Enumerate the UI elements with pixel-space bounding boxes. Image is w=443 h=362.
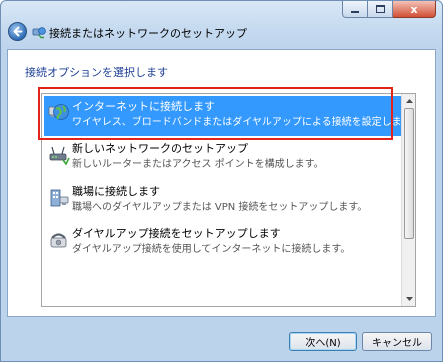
scroll-down-button[interactable] [403, 293, 415, 305]
workplace-building-icon [50, 189, 69, 207]
option-dialup[interactable]: ダイヤルアップ接続をセットアップします ダイヤルアップ接続を使用してインターネッ… [44, 223, 401, 263]
dialup-phone-icon [50, 233, 67, 248]
option-workplace[interactable]: 職場に接続します 職場へのダイヤルアップまたは VPN 接続をセットアップします… [44, 181, 401, 221]
close-icon: x [410, 2, 418, 16]
close-button[interactable]: x [393, 1, 436, 18]
option-new-network-desc: 新しいルーターまたはアクセス ポイントを構成します。 [72, 159, 324, 170]
option-dialup-title: ダイヤルアップ接続をセットアップします [72, 227, 281, 240]
content-panel: 接続オプションを選択します インターネットに接続します ワイヤレス、ブロードバン… [7, 49, 436, 317]
page-heading: 接続オプションを選択します [25, 66, 168, 79]
minimize-button[interactable] [342, 1, 368, 18]
cancel-button[interactable]: キャンセル [362, 332, 432, 351]
scroll-up-button[interactable] [403, 95, 415, 107]
option-dialup-desc: ダイヤルアップ接続を使用してインターネットに接続します。 [72, 244, 351, 255]
back-button[interactable] [8, 22, 27, 41]
option-workplace-title: 職場に接続します [72, 185, 160, 198]
connection-options-list[interactable]: インターネットに接続します ワイヤレス、ブロードバンドまたはダイヤルアップによる… [41, 93, 416, 307]
router-setup-icon [49, 146, 70, 166]
maximize-button[interactable] [368, 1, 393, 18]
option-new-network[interactable]: 新しいネットワークのセットアップ 新しいルーターまたはアクセス ポイントを構成し… [44, 138, 401, 178]
maximize-icon [375, 5, 385, 13]
scroll-up-icon [405, 99, 413, 103]
option-internet-desc: ワイヤレス、ブロードバンドまたはダイヤルアップによる接続を設定します。 [72, 117, 416, 128]
back-arrow-icon [13, 26, 23, 37]
option-internet[interactable]: インターネットに接続します ワイヤレス、ブロードバンドまたはダイヤルアップによる… [44, 96, 415, 136]
globe-network-icon [48, 104, 69, 120]
next-button[interactable]: 次へ(N) [289, 332, 357, 351]
caption-buttons: x [342, 1, 436, 18]
dialog-window: x 接続またはネットワークのセットアップ 接続オプションを選択します インターネ… [0, 0, 443, 362]
option-internet-title: インターネットに接続します [72, 100, 215, 113]
minimize-icon [351, 10, 359, 13]
scroll-thumb[interactable] [404, 108, 414, 239]
option-new-network-title: 新しいネットワークのセットアップ [72, 142, 248, 155]
network-setup-icon [32, 27, 46, 39]
window-title: 接続またはネットワークのセットアップ [49, 27, 247, 40]
list-scrollbar[interactable] [401, 94, 415, 306]
scroll-down-icon [405, 297, 413, 301]
option-workplace-desc: 職場へのダイヤルアップまたは VPN 接続をセットアップします。 [72, 202, 368, 213]
